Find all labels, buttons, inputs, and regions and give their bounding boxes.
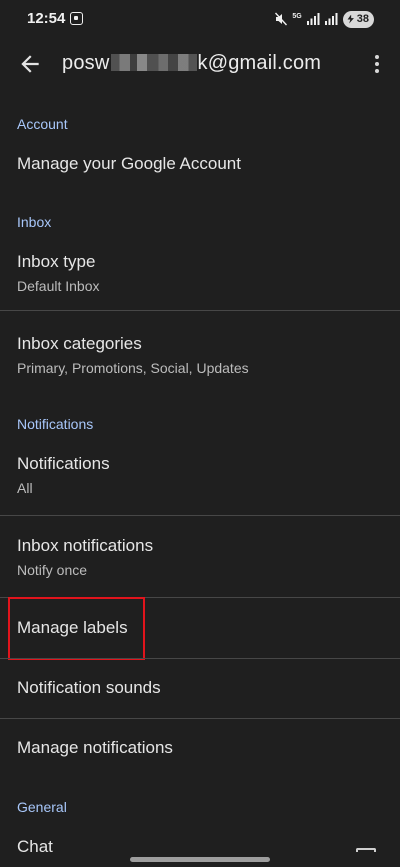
account-email: posw k@gmail.com bbox=[62, 52, 321, 75]
status-bar: 12:54 5G 38 bbox=[0, 0, 400, 38]
row-manage-google-account[interactable]: Manage your Google Account bbox=[0, 140, 400, 190]
section-header-account: Account bbox=[17, 116, 68, 132]
section-header-notifications: Notifications bbox=[17, 416, 94, 432]
status-indicators: 5G 38 bbox=[275, 10, 374, 28]
email-prefix: posw bbox=[62, 52, 110, 74]
row-title: Notifications bbox=[17, 454, 110, 473]
signal-icon-sim2 bbox=[324, 13, 338, 25]
row-subtitle: Primary, Promotions, Social, Updates bbox=[17, 360, 249, 376]
email-suffix: k@gmail.com bbox=[197, 52, 322, 74]
divider bbox=[0, 515, 400, 516]
row-notifications[interactable]: Notifications All bbox=[0, 442, 400, 508]
battery-indicator: 38 bbox=[342, 10, 374, 28]
section-header-inbox: Inbox bbox=[17, 214, 52, 230]
row-inbox-categories[interactable]: Inbox categories Primary, Promotions, So… bbox=[0, 322, 400, 388]
row-inbox-type[interactable]: Inbox type Default Inbox bbox=[0, 240, 400, 306]
row-title: Chat bbox=[17, 837, 53, 856]
chat-toggle-switch[interactable] bbox=[356, 848, 376, 852]
row-title: Notification sounds bbox=[17, 678, 161, 697]
row-title: Manage your Google Account bbox=[17, 154, 241, 173]
arrow-back-icon[interactable] bbox=[17, 51, 43, 77]
network-type-label: 5G bbox=[292, 12, 302, 20]
status-time: 12:54 bbox=[27, 10, 66, 27]
gesture-nav-bar[interactable] bbox=[130, 857, 270, 862]
section-header-general: General bbox=[17, 799, 67, 815]
highlight-annotation-box bbox=[8, 597, 145, 660]
row-title: Manage notifications bbox=[17, 738, 173, 757]
row-subtitle: All bbox=[17, 480, 33, 496]
row-title: Inbox type bbox=[17, 252, 96, 271]
app-bar: posw k@gmail.com bbox=[0, 38, 400, 90]
row-inbox-notifications[interactable]: Inbox notifications Notify once bbox=[0, 524, 400, 590]
row-title: Inbox categories bbox=[17, 334, 142, 353]
more-vert-icon[interactable] bbox=[374, 55, 380, 75]
row-notification-sounds[interactable]: Notification sounds bbox=[0, 659, 400, 718]
row-subtitle: Default Inbox bbox=[17, 278, 100, 294]
vibrate-mute-icon bbox=[275, 12, 288, 26]
row-title: Inbox notifications bbox=[17, 536, 154, 555]
divider bbox=[0, 310, 400, 311]
row-subtitle: Notify once bbox=[17, 562, 88, 578]
row-manage-notifications[interactable]: Manage notifications bbox=[0, 719, 400, 779]
screenshot-icon bbox=[70, 12, 83, 25]
signal-icon bbox=[306, 13, 320, 25]
redacted-email-segment bbox=[110, 54, 197, 71]
